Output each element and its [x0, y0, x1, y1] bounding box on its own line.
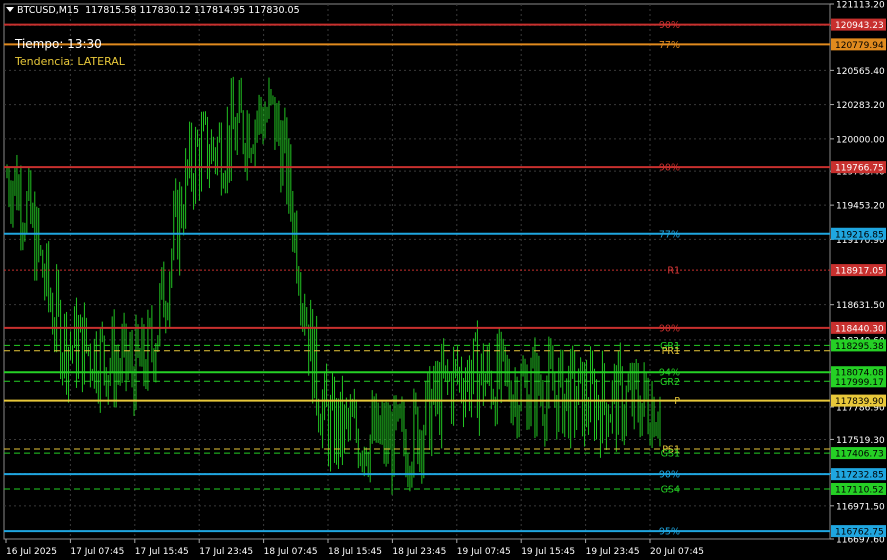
level-tag: GS1	[661, 449, 680, 460]
price-tick-label: 119453.20	[836, 202, 885, 212]
level-tag: 77%	[659, 40, 680, 51]
level-price-label: 117839.90	[835, 397, 884, 407]
level-tag: 90%	[659, 20, 680, 31]
level-tag: 90%	[659, 163, 680, 174]
level-tag: GR2	[660, 377, 680, 388]
level-price-label: 117999.17	[835, 378, 884, 388]
ohlc-readout: 117815.58 117830.12 117814.95 117830.05	[85, 5, 300, 16]
level-tag: 77%	[659, 229, 680, 240]
time-label: Tiempo: 13:30	[15, 37, 102, 51]
level-tag: 95%	[659, 527, 680, 538]
level-price-label: 118295.38	[835, 342, 884, 352]
time-tick-label: 20 Jul 07:45	[650, 547, 704, 557]
time-tick-label: 18 Jul 23:45	[392, 547, 446, 557]
time-tick-label: 19 Jul 15:45	[521, 547, 575, 557]
level-tag: 90%	[659, 470, 680, 481]
time-tick-label: 18 Jul 07:45	[264, 547, 318, 557]
level-price-label: 118440.30	[835, 324, 884, 334]
level-price-label: 119216.85	[835, 230, 884, 240]
price-tick-label: 120000.00	[836, 135, 885, 145]
time-tick-label: 16 Jul 2025	[6, 547, 57, 557]
time-tick-label: 19 Jul 07:45	[457, 547, 511, 557]
time-tick-label: 17 Jul 23:45	[199, 547, 253, 557]
level-tag: GS4	[661, 484, 680, 495]
level-price-label: 117232.85	[835, 471, 884, 481]
level-price-label: 120779.94	[835, 41, 884, 51]
symbol-timeframe: BTCUSD,M15	[17, 5, 80, 16]
level-price-label: 120943.23	[835, 21, 884, 31]
time-tick-label: 18 Jul 15:45	[328, 547, 382, 557]
triangle-down-icon[interactable]	[6, 7, 14, 12]
price-tick-label: 121113.20	[836, 1, 885, 11]
price-chart[interactable]: 90%77%90%77%R190%GR1PR194%GR2PPS1GS190%G…	[0, 0, 887, 560]
level-price-label: 117406.73	[835, 450, 884, 460]
price-tick-label: 120283.20	[836, 101, 885, 111]
time-tick-label: 19 Jul 23:45	[586, 547, 640, 557]
level-tag: P	[674, 396, 680, 407]
time-tick-label: 17 Jul 15:45	[135, 547, 189, 557]
level-price-label: 117110.52	[835, 485, 884, 495]
level-tag: 90%	[659, 323, 680, 334]
price-tick-label: 118631.50	[836, 301, 885, 311]
level-price-label: 116762.75	[835, 528, 884, 538]
level-price-label: 119766.75	[835, 164, 884, 174]
time-tick-label: 17 Jul 07:45	[70, 547, 124, 557]
price-tick-label: 117519.30	[836, 436, 885, 446]
level-price-label: 118917.05	[835, 267, 884, 277]
chart-header: BTCUSD,M15 117815.58 117830.12 117814.95…	[6, 5, 300, 16]
price-tick-label: 116971.50	[836, 502, 885, 512]
trend-label: Tendencia: LATERAL	[15, 55, 125, 68]
level-tag: R1	[667, 266, 680, 277]
price-tick-label: 120565.40	[836, 67, 885, 77]
level-tag: PR1	[662, 346, 680, 357]
